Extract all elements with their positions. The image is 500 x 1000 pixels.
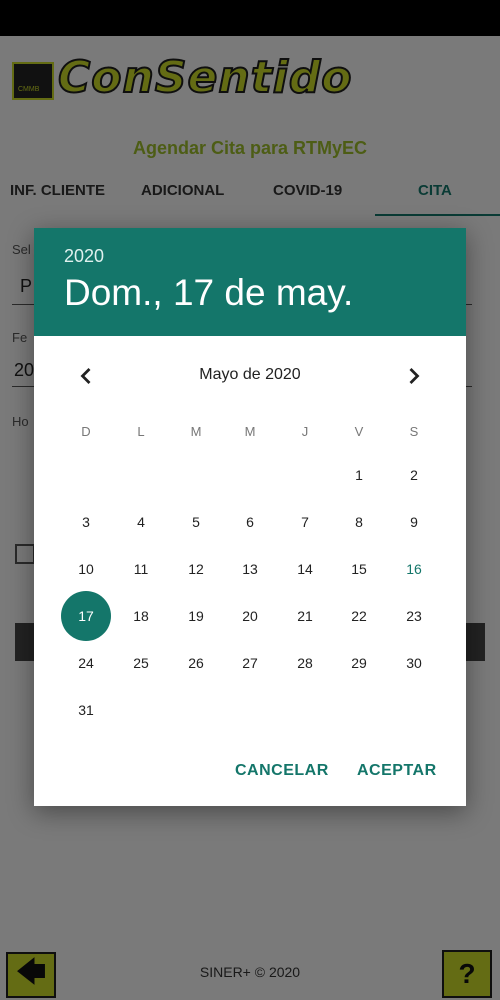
date-picker-dialog: 2020 Dom., 17 de may. Mayo de 2020 D L M M J… [34, 228, 466, 806]
accept-button[interactable]: ACEPTAR [357, 762, 437, 780]
day-cell[interactable]: 22 [334, 591, 384, 641]
weekday-label: M [244, 424, 256, 439]
cancel-button[interactable]: CANCELAR [235, 762, 329, 780]
day-cell-selected[interactable]: 17 [61, 591, 111, 641]
selected-date-display: Dom., 17 de may. [64, 272, 354, 313]
day-cell[interactable]: 5 [171, 497, 221, 547]
day-cell[interactable]: 29 [334, 638, 384, 688]
day-cell[interactable]: 7 [280, 497, 330, 547]
chevron-right-icon[interactable] [400, 362, 428, 390]
day-cell[interactable]: 12 [171, 544, 221, 594]
status-bar [0, 0, 500, 36]
day-cell[interactable]: 27 [225, 638, 275, 688]
day-cell[interactable]: 1 [334, 450, 384, 500]
weekday-label: D [81, 424, 91, 439]
day-cell[interactable]: 18 [116, 591, 166, 641]
day-cell[interactable]: 8 [334, 497, 384, 547]
day-cell[interactable]: 21 [280, 591, 330, 641]
day-cell[interactable]: 11 [116, 544, 166, 594]
day-cell[interactable]: 14 [280, 544, 330, 594]
day-cell[interactable]: 3 [61, 497, 111, 547]
day-cell[interactable]: 15 [334, 544, 384, 594]
weekday-label: L [137, 424, 145, 439]
day-cell[interactable]: 20 [225, 591, 275, 641]
day-cell[interactable]: 9 [389, 497, 439, 547]
day-cell[interactable]: 6 [225, 497, 275, 547]
day-cell[interactable]: 16 [389, 544, 439, 594]
day-cell[interactable]: 24 [61, 638, 111, 688]
weekday-label: M [190, 424, 202, 439]
weekday-label: J [301, 424, 309, 439]
year-selector[interactable]: 2020 [64, 246, 104, 267]
day-cell[interactable]: 28 [280, 638, 330, 688]
day-cell[interactable]: 31 [61, 685, 111, 735]
date-picker-header: 2020 Dom., 17 de may. [34, 228, 466, 336]
month-navigation: Mayo de 2020 [34, 358, 466, 394]
day-cell[interactable]: 23 [389, 591, 439, 641]
day-cell[interactable]: 30 [389, 638, 439, 688]
day-cell[interactable]: 4 [116, 497, 166, 547]
day-cell[interactable]: 13 [225, 544, 275, 594]
day-cell[interactable]: 25 [116, 638, 166, 688]
day-cell[interactable]: 2 [389, 450, 439, 500]
day-cell[interactable]: 26 [171, 638, 221, 688]
day-cell[interactable]: 19 [171, 591, 221, 641]
weekday-label: S [409, 424, 419, 439]
weekday-label: V [354, 424, 364, 439]
day-cell[interactable]: 10 [61, 544, 111, 594]
